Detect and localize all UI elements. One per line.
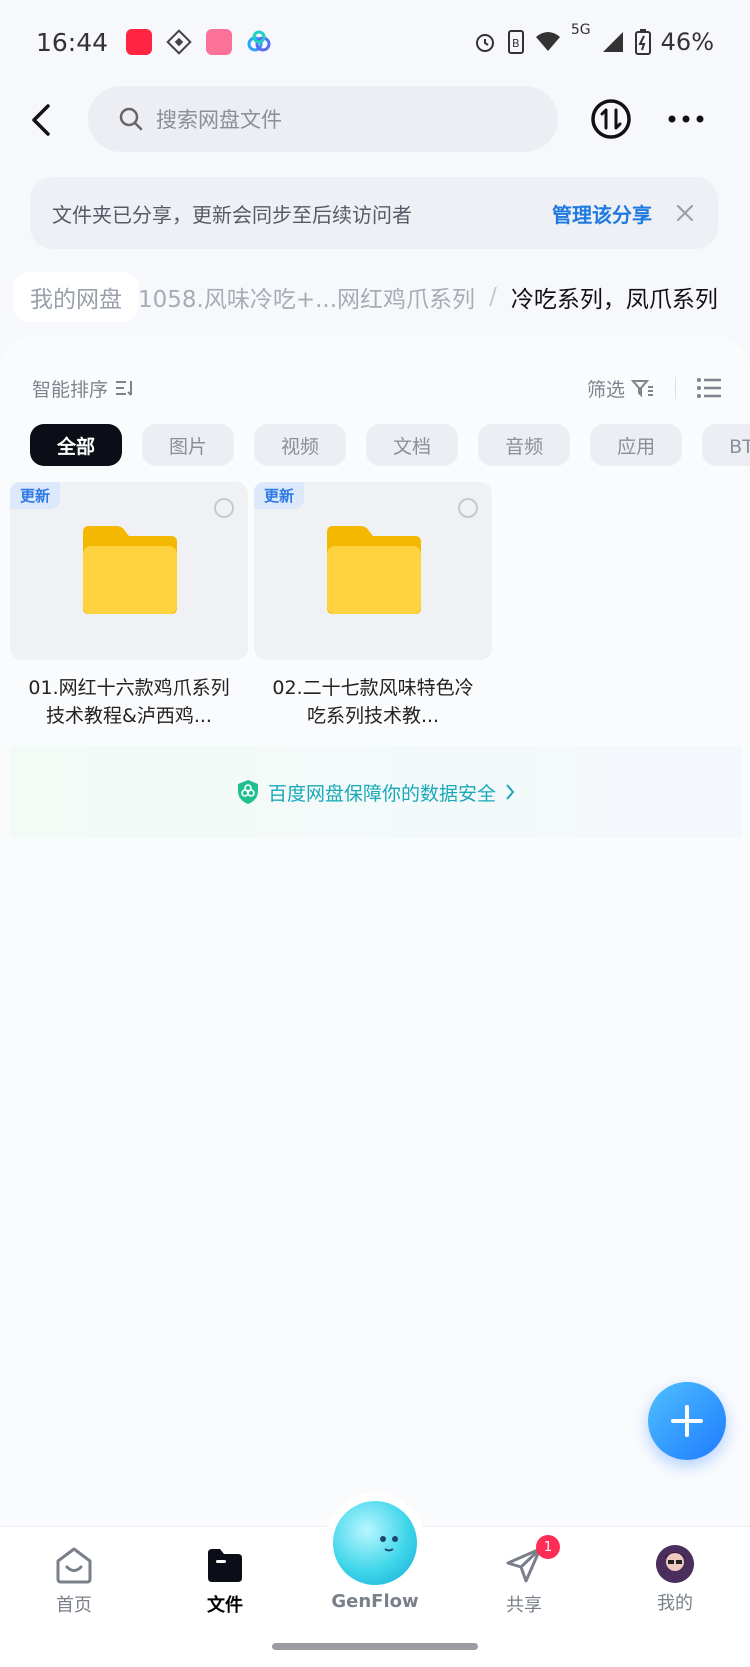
- nav-me-label: 我的: [657, 1593, 693, 1614]
- genflow-face: [380, 1536, 398, 1552]
- chip-videos[interactable]: 视频: [254, 424, 347, 466]
- share-notice-banner: 文件夹已分享，更新会同步至后续访问者 管理该分享: [30, 177, 718, 249]
- search-input[interactable]: 搜索网盘文件: [88, 86, 558, 152]
- folder-icon: [83, 526, 177, 614]
- transfer-list-icon[interactable]: [590, 98, 632, 140]
- toolbar-divider: [675, 377, 676, 399]
- chip-images[interactable]: 图片: [142, 424, 235, 466]
- file-type-chips: 全部 图片 视频 文档 音频 应用 BT种子 其: [30, 424, 750, 468]
- nav-share-label: 共享: [506, 1595, 542, 1616]
- shield-icon: [237, 780, 258, 804]
- home-icon: [56, 1547, 92, 1584]
- close-icon[interactable]: [674, 202, 696, 224]
- breadcrumb-root[interactable]: 我的网盘: [14, 272, 138, 322]
- add-button[interactable]: [648, 1382, 726, 1460]
- folder-thumbnail: 更新: [254, 482, 492, 660]
- nav-home[interactable]: 首页: [14, 1545, 134, 1617]
- plus-icon: [671, 1405, 703, 1437]
- svg-text:B: B: [512, 37, 520, 50]
- alarm-icon: [475, 34, 494, 52]
- update-badge: 更新: [10, 482, 61, 509]
- wifi-icon: [535, 32, 560, 51]
- back-icon[interactable]: [22, 100, 62, 140]
- diamond-app-icon: [166, 29, 192, 55]
- chip-audio[interactable]: 音频: [478, 424, 571, 466]
- status-time: 16:44: [36, 27, 109, 57]
- nav-files[interactable]: 文件: [165, 1545, 285, 1617]
- search-placeholder: 搜索网盘文件: [156, 108, 282, 132]
- avatar: [656, 1545, 694, 1583]
- breadcrumb-separator: /: [489, 284, 497, 310]
- folder-name: 02.二十七款风味特色冷吃系列技术教...: [272, 677, 474, 727]
- share-notification-badge: 1: [536, 1535, 560, 1559]
- nav-share[interactable]: 共享: [464, 1545, 584, 1617]
- bilibili-app-icon: [206, 29, 233, 55]
- breadcrumb: 我的网盘 1058.风味冷吃+...网红鸡爪系列 / 冷吃系列，凤爪系列: [0, 270, 750, 324]
- breadcrumb-parent[interactable]: 1058.风味冷吃+...网红鸡爪系列: [138, 280, 475, 314]
- chip-documents[interactable]: 文档: [366, 424, 459, 466]
- search-icon: [119, 107, 143, 131]
- genflow-icon[interactable]: [333, 1501, 417, 1585]
- chip-bt-seeds[interactable]: BT种子: [702, 424, 750, 466]
- folder-grid: 更新 01.网红十六款鸡爪系列技术教程&泸西鸡... 更新 02.二十七款风味特…: [10, 482, 492, 730]
- folder-name: 01.网红十六款鸡爪系列技术教程&泸西鸡...: [28, 677, 230, 727]
- filter-label: 筛选: [586, 378, 625, 401]
- nfc-icon: B: [507, 30, 524, 54]
- nav-files-label: 文件: [207, 1595, 243, 1616]
- home-indicator[interactable]: [272, 1643, 478, 1650]
- nav-home-label: 首页: [56, 1595, 92, 1616]
- select-checkbox[interactable]: [458, 498, 478, 518]
- signal-icon: [602, 32, 623, 52]
- data-safety-text: 百度网盘保障你的数据安全: [267, 782, 496, 805]
- sort-button[interactable]: 智能排序: [32, 375, 136, 402]
- breadcrumb-current: 冷吃系列，凤爪系列: [510, 287, 718, 313]
- data-safety-banner[interactable]: 百度网盘保障你的数据安全: [10, 746, 742, 838]
- chip-apps[interactable]: 应用: [590, 424, 683, 466]
- folder-thumbnail: 更新: [10, 482, 248, 660]
- top-bar: 搜索网盘文件: [0, 86, 750, 154]
- nav-genflow-label[interactable]: GenFlow: [315, 1591, 435, 1612]
- file-list-panel: 智能排序 筛选 全部 图片 视频 文档 音频 应用 BT种子 其 更新: [0, 336, 750, 1526]
- status-bar: 16:44 B 5G 46%: [0, 0, 750, 84]
- select-checkbox[interactable]: [214, 498, 234, 518]
- folder-item[interactable]: 更新 01.网红十六款鸡爪系列技术教程&泸西鸡...: [10, 482, 248, 730]
- chevron-right-icon: [506, 784, 515, 800]
- battery-level: 46%: [660, 28, 714, 56]
- more-icon[interactable]: [664, 104, 708, 134]
- chip-all[interactable]: 全部: [30, 424, 123, 466]
- nav-me[interactable]: 我的: [615, 1545, 735, 1615]
- folder-icon: [327, 526, 421, 614]
- manage-share-link[interactable]: 管理该分享: [552, 199, 652, 228]
- sort-icon: [116, 381, 133, 396]
- filter-button[interactable]: 筛选: [587, 375, 655, 402]
- battery-icon: [634, 29, 651, 55]
- sort-filter-row: 智能排序 筛选: [32, 370, 722, 406]
- baidu-pan-app-icon: [247, 30, 271, 52]
- list-view-icon[interactable]: [696, 376, 722, 400]
- folder-item[interactable]: 更新 02.二十七款风味特色冷吃系列技术教...: [254, 482, 492, 730]
- filter-icon: [631, 380, 653, 398]
- sort-label: 智能排序: [32, 378, 109, 401]
- update-badge: 更新: [254, 482, 305, 509]
- share-notice-text: 文件夹已分享，更新会同步至后续访问者: [52, 202, 412, 227]
- files-icon: [208, 1549, 242, 1582]
- network-type: 5G: [570, 22, 591, 38]
- xiaohongshu-app-icon: [126, 29, 153, 55]
